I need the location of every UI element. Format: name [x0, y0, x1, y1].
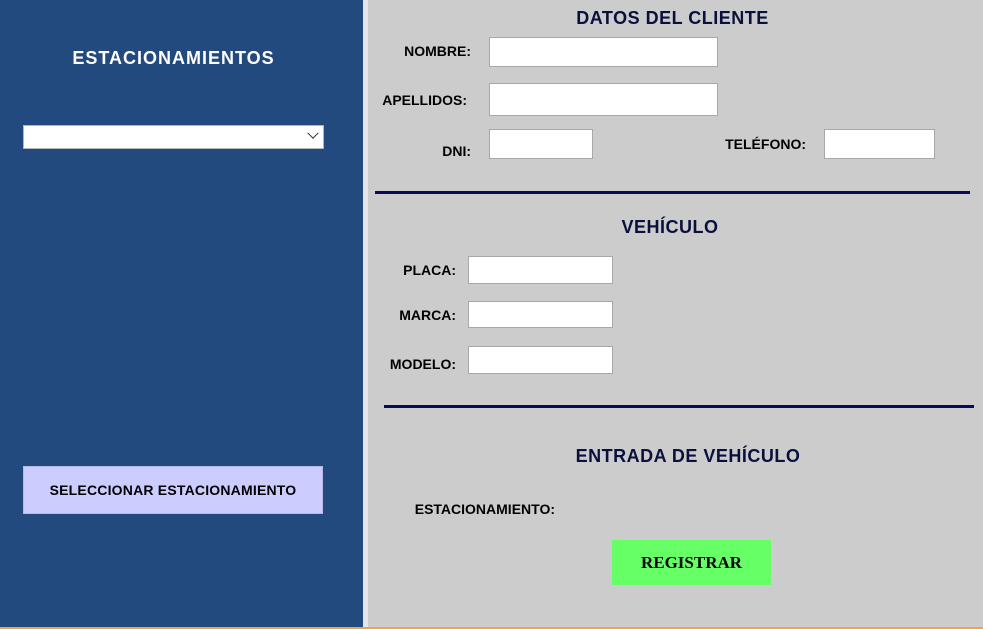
- vehicle-section-title: VEHÍCULO: [621, 217, 719, 237]
- entry-section-title: ENTRADA DE VEHÍCULO: [575, 446, 801, 466]
- modelo-label: MODELO:: [389, 356, 456, 372]
- nombre-input[interactable]: [489, 37, 718, 67]
- estacionamiento-label: ESTACIONAMIENTO:: [414, 501, 555, 517]
- client-section-title: DATOS DEL CLIENTE: [576, 8, 769, 28]
- apellidos-label: APELLIDOS:: [382, 92, 467, 108]
- dni-label: DNI:: [442, 143, 471, 159]
- nombre-label: NOMBRE:: [404, 43, 471, 59]
- telefono-input[interactable]: [824, 129, 935, 159]
- dni-input[interactable]: [489, 129, 593, 159]
- section-divider-2: [384, 405, 974, 408]
- sidebar-title: ESTACIONAMIENTOS: [72, 48, 275, 68]
- select-parking-button[interactable]: SELECCIONAR ESTACIONAMIENTO: [23, 466, 323, 514]
- modelo-input[interactable]: [468, 346, 613, 374]
- marca-input[interactable]: [468, 301, 613, 328]
- apellidos-input[interactable]: [489, 83, 718, 116]
- placa-label: PLACA:: [403, 262, 456, 278]
- register-button[interactable]: REGISTRAR: [612, 540, 771, 585]
- placa-input[interactable]: [468, 256, 613, 284]
- telefono-label: TELÉFONO:: [725, 136, 806, 152]
- marca-label: MARCA:: [399, 307, 456, 323]
- parking-select[interactable]: [23, 125, 324, 149]
- section-divider-1: [375, 191, 970, 194]
- chevron-down-icon: [307, 127, 319, 139]
- sidebar: ESTACIONAMIENTOS SELECCIONAR ESTACIONAMI…: [0, 0, 363, 629]
